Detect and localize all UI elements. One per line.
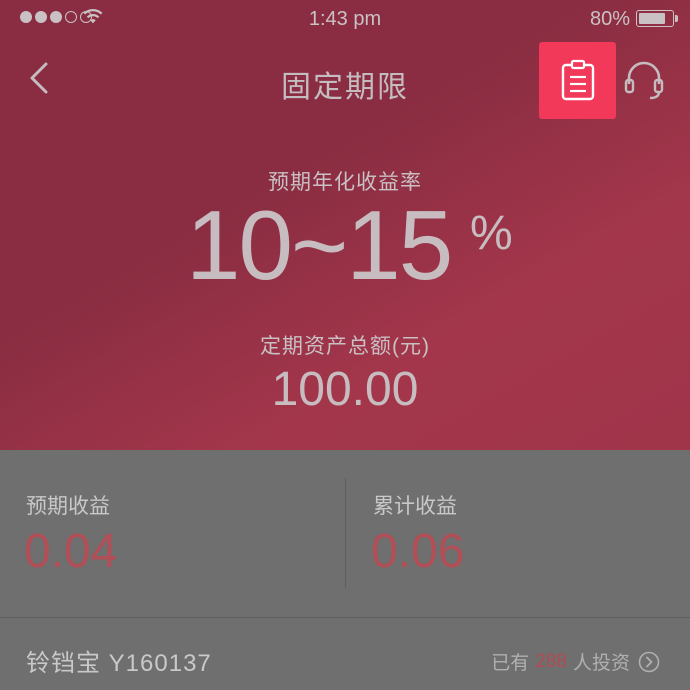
asset-label: 定期资产总额(元) (260, 335, 430, 358)
product-row[interactable]: 铃铛宝 Y160137 已有 288 人投资 (0, 618, 690, 690)
battery-percent: 80% (589, 8, 630, 30)
investors-link[interactable]: 已有 288 人投资 (491, 648, 660, 675)
rate-value: 10~15 (186, 190, 453, 300)
rate-unit: % (470, 207, 513, 260)
expected-earnings: 预期收益 0.04 (0, 450, 345, 618)
investors-count: 288 (535, 650, 567, 672)
headset-icon[interactable] (622, 58, 666, 102)
status-time: 1:43 pm (308, 8, 382, 30)
battery-icon (636, 10, 678, 27)
expected-earnings-value: 0.04 (24, 525, 118, 578)
expected-earnings-label: 预期收益 (26, 495, 110, 518)
chevron-right-circle-icon (638, 651, 660, 672)
cumulative-earnings-label: 累计收益 (373, 495, 457, 518)
clipboard-icon (561, 59, 594, 100)
status-bar: 1:43 pm 80% (0, 0, 690, 38)
cumulative-earnings: 累计收益 0.06 (345, 450, 690, 618)
asset-value: 100.00 (271, 363, 419, 416)
clipboard-button[interactable] (539, 42, 616, 119)
product-name: 铃铛宝 Y160137 (26, 650, 212, 677)
investors-suffix: 人投资 (572, 653, 630, 674)
investors-prefix: 已有 (491, 653, 530, 674)
cumulative-earnings-value: 0.06 (371, 525, 465, 578)
metrics-divider (345, 478, 346, 588)
